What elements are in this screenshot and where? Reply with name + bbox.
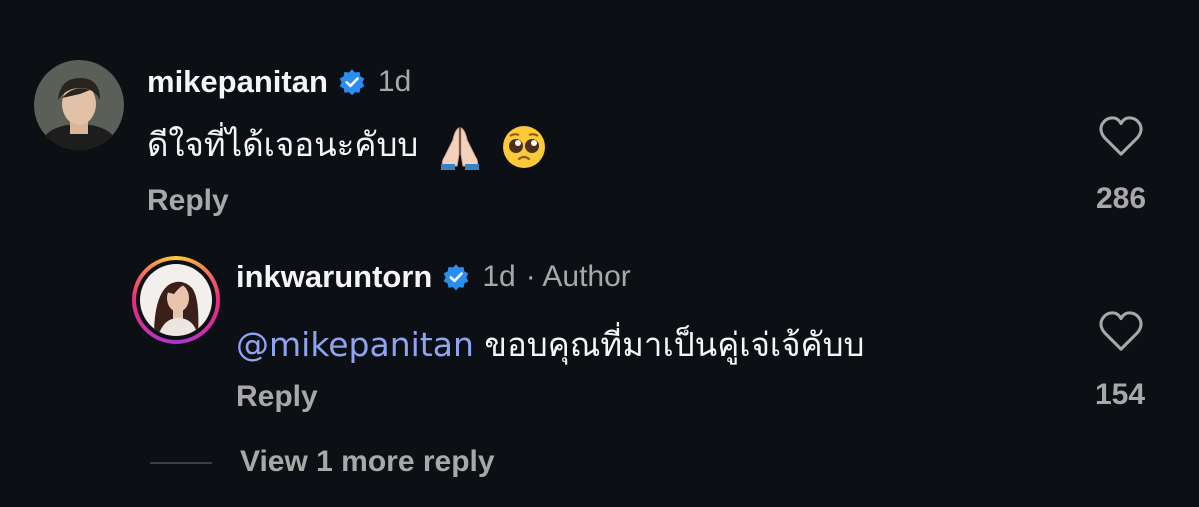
username-inkwaruntorn[interactable]: inkwaruntorn 1d · Author: [236, 259, 631, 295]
view-more-replies-button[interactable]: View 1 more reply: [240, 445, 495, 479]
avatar-inkwaruntorn[interactable]: [132, 256, 220, 344]
verified-badge-icon: [339, 69, 365, 96]
heart-icon[interactable]: [1098, 115, 1144, 157]
mention-link[interactable]: @mikepanitan: [236, 325, 474, 364]
comment-text-content: ขอบคุณที่มาเป็นคู่เจ่เจ้คับบ: [484, 325, 865, 364]
comment-time: 1d: [377, 65, 412, 98]
author-tag: · Author: [525, 260, 631, 293]
comment-text: ดีใจที่ได้เจอนะคับบ: [147, 118, 547, 171]
heart-icon[interactable]: [1098, 310, 1144, 352]
like-count: 154: [1094, 378, 1146, 411]
verified-badge-icon: [444, 264, 469, 291]
folded-hands-emoji: [440, 126, 479, 170]
comment-text: @mikepanitan ขอบคุณที่มาเป็นคู่เจ่เจ้คับ…: [236, 318, 865, 371]
pleading-face-emoji: [503, 125, 546, 168]
avatar-mikepanitan[interactable]: [34, 60, 124, 150]
username-mikepanitan[interactable]: mikepanitan 1d: [147, 64, 411, 100]
comment-text-content: ดีใจที่ได้เจอนะคับบ: [147, 125, 419, 164]
reply-button[interactable]: Reply: [147, 184, 229, 218]
reply-button[interactable]: Reply: [236, 380, 318, 414]
like-count: 286: [1095, 182, 1147, 215]
view-more-divider: [150, 462, 212, 464]
comment-time: 1d: [482, 260, 516, 293]
